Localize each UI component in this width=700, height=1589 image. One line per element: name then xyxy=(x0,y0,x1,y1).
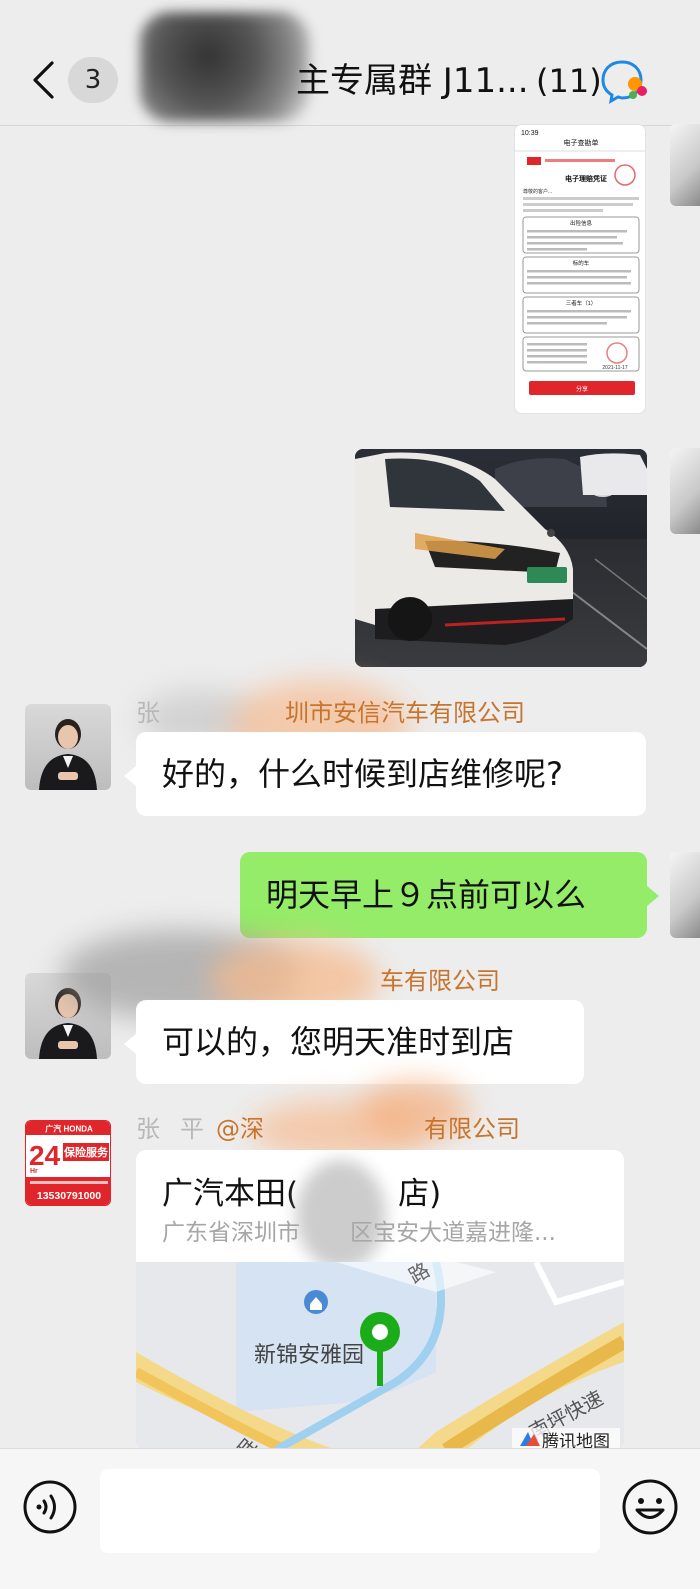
doc-intro: 尊敬的客户... xyxy=(523,188,552,195)
self-avatar[interactable] xyxy=(670,852,700,938)
doc-share-button: 分享 xyxy=(576,385,588,393)
sender-company: 圳市安信汽车有限公司 xyxy=(285,699,525,727)
message-text: 明天早上９点前可以么 xyxy=(266,876,587,914)
self-avatar[interactable] xyxy=(670,448,700,534)
member-count[interactable]: (11) xyxy=(536,58,602,104)
self-avatar[interactable] xyxy=(670,124,700,206)
car-photo-image[interactable] xyxy=(355,449,647,667)
chat-title[interactable]: 主专属群 J11... xyxy=(296,58,529,104)
redacted-title-blur xyxy=(140,12,310,122)
honda-service-avatar[interactable]: 广汽 HONDA 24 Hr 保险服务 13530791000 xyxy=(25,1120,111,1206)
doc-section-own-car: 标的车 xyxy=(573,259,590,267)
sender-prefix: 张 xyxy=(136,699,160,727)
sender-name: 张 圳市安信汽车有限公司 xyxy=(136,698,525,728)
message-bubble-self[interactable]: 明天早上９点前可以么 xyxy=(240,852,659,938)
group-chat-icon[interactable] xyxy=(600,58,648,104)
sender-name: 车有限公司 xyxy=(380,966,500,996)
avatar-brand: 广汽 HONDA xyxy=(45,1124,93,1134)
avatar-hr: Hr xyxy=(30,1168,38,1175)
sender-company: 有限公司 xyxy=(424,1115,520,1143)
sender-company: 车有限公司 xyxy=(380,967,500,995)
message-text: 可以的，您明天准时到店 xyxy=(162,1023,515,1061)
back-arrow-icon[interactable] xyxy=(30,60,56,100)
sender-name: 张平 @深 有限公司 xyxy=(136,1114,520,1144)
doc-heading: 电子理赔凭证 xyxy=(565,174,607,183)
unread-count-badge[interactable]: 3 xyxy=(68,57,118,103)
message-input[interactable] xyxy=(100,1469,600,1553)
location-name-end: 店) xyxy=(398,1176,442,1212)
voice-input-icon[interactable] xyxy=(22,1479,78,1535)
location-address-start: 广东省深圳市 xyxy=(162,1220,300,1246)
sender-prefix: 张 xyxy=(136,1115,160,1143)
avatar-phone: 13530791000 xyxy=(37,1190,101,1202)
redaction-blur xyxy=(296,1160,386,1270)
doc-section-third-car: 三者车（1） xyxy=(566,299,597,307)
chat-input-bar xyxy=(0,1448,700,1589)
agent-avatar[interactable] xyxy=(25,704,111,790)
location-name-start: 广汽本田( xyxy=(162,1176,299,1212)
avatar-service: 保险服务 xyxy=(63,1145,109,1159)
doc-section-accident: 出险信息 xyxy=(570,219,593,227)
location-card[interactable]: 广汽本田(店) 广东省深圳市 区宝安大道嘉进隆... 新锦安雅园 南坪快速 路 咁 xyxy=(136,1150,624,1450)
chat-header: 3 主专属群 J11... (11) xyxy=(0,0,700,126)
claim-document-image[interactable]: 10:39 电子查勘单 电子理赔凭证 尊敬的客户... 出险信息 标的车 三者车… xyxy=(514,124,646,414)
doc-date: 2021-11-17 xyxy=(602,365,627,371)
sender-mid: 平 xyxy=(180,1115,204,1143)
message-text: 好的，什么时候到店维修呢? xyxy=(162,755,563,793)
sender-mention: @深 xyxy=(216,1115,264,1143)
location-map[interactable]: 新锦安雅园 南坪快速 路 咁 腾讯地图 xyxy=(136,1262,624,1450)
map-place-label: 新锦安雅园 xyxy=(254,1342,364,1367)
doc-page-title: 电子查勘单 xyxy=(564,138,599,147)
emoji-icon[interactable] xyxy=(620,1477,680,1537)
message-bubble[interactable]: 好的，什么时候到店维修呢? xyxy=(124,732,646,816)
message-bubble[interactable]: 可以的，您明天准时到店 xyxy=(124,1000,584,1084)
doc-status-time: 10:39 xyxy=(521,130,539,137)
avatar-24: 24 xyxy=(29,1140,61,1171)
